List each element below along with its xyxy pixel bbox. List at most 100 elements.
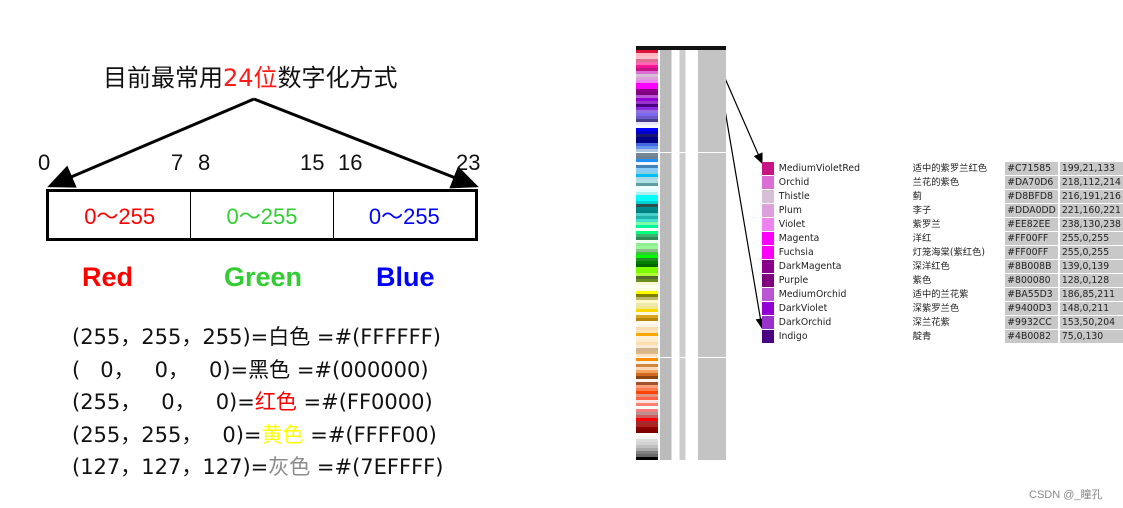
bit-label-15: 15 bbox=[300, 150, 325, 175]
english-name: Orchid bbox=[773, 175, 911, 190]
hex-code: #EE82EE bbox=[1005, 217, 1060, 232]
chinese-name: 深紫罗兰色 bbox=[910, 301, 1006, 316]
chinese-name: 洋红 bbox=[910, 231, 1006, 246]
chinese-name: 紫罗兰 bbox=[910, 217, 1006, 232]
color-swatch bbox=[762, 273, 774, 288]
rgb-code: 216,191,216 bbox=[1058, 189, 1123, 204]
table-row: Magenta 洋红 #FF00FF 255,0,255 bbox=[762, 231, 1123, 246]
color-name: 红色 bbox=[254, 390, 297, 414]
palette-code-text bbox=[697, 456, 726, 460]
chinese-name: 紫色 bbox=[910, 273, 1006, 288]
english-name: Thistle bbox=[773, 189, 911, 204]
hex-code: #BA55D3 bbox=[1005, 287, 1060, 302]
rgb-value: (255，255， 0)= bbox=[72, 422, 262, 447]
table-row: Purple 紫色 #800080 128,0,128 bbox=[762, 273, 1123, 288]
color-swatch bbox=[762, 175, 774, 190]
rgb-value: (255，255，255)= bbox=[72, 325, 269, 349]
bit-label-8: 8 bbox=[198, 150, 211, 175]
rgb-code: 221,160,221 bbox=[1058, 203, 1123, 218]
rgb-code: 199,21,133 bbox=[1058, 162, 1123, 176]
rgb-code: 148,0,211 bbox=[1058, 301, 1123, 316]
hex-value: =#(FF0000) bbox=[296, 390, 433, 414]
diagram-title: 目前最常用24位数字化方式 bbox=[103, 58, 398, 93]
chinese-name: 靛青 bbox=[910, 329, 1006, 344]
hex-code: #D8BFD8 bbox=[1005, 189, 1060, 204]
hex-code: #FF00FF bbox=[1005, 231, 1060, 246]
hex-code: #9400D3 bbox=[1005, 301, 1060, 316]
chinese-name: 深兰花紫 bbox=[910, 315, 1006, 330]
color-swatch bbox=[762, 287, 774, 302]
rgb-code: 255,0,255 bbox=[1058, 231, 1123, 246]
full-color-table-thumbnail bbox=[636, 46, 726, 468]
table-row: Indigo 靛青 #4B0082 75,0,130 bbox=[762, 329, 1123, 344]
table-row: Orchid 兰花的紫色 #DA70D6 218,112,214 bbox=[762, 175, 1123, 190]
rgb-code: 255,0,255 bbox=[1058, 245, 1123, 260]
hex-code: #8B008B bbox=[1005, 259, 1060, 274]
table-row: DarkMagenta 深洋红色 #8B008B 139,0,139 bbox=[762, 259, 1123, 274]
rgb-code: 128,0,128 bbox=[1058, 273, 1123, 288]
channel-label-blue: Blue bbox=[376, 262, 435, 292]
rgb-code: 139,0,139 bbox=[1058, 259, 1123, 274]
example-row: (255，255， 0)=黄色 =#(FFFF00) bbox=[72, 419, 437, 449]
watermark: CSDN @_瞳孔 bbox=[1029, 489, 1103, 501]
table-row: MediumVioletRed 适中的紫罗兰红色 #C71585 199,21,… bbox=[762, 162, 1123, 176]
hex-value: =#(FFFF00) bbox=[303, 422, 437, 447]
bit-label-16: 16 bbox=[338, 150, 363, 175]
color-swatch bbox=[762, 245, 774, 260]
palette-swatch bbox=[636, 456, 658, 460]
chinese-name: 李子 bbox=[910, 203, 1006, 218]
title-prefix: 目前最常用 bbox=[103, 64, 223, 92]
zoom-arrow-bottom bbox=[724, 109, 766, 330]
color-name: 灰色 bbox=[268, 455, 311, 479]
arrow-to-bit-0 bbox=[47, 97, 255, 188]
color-swatch bbox=[762, 231, 774, 246]
example-row: ( 0， 0， 0)=黑色 =#(000000) bbox=[72, 354, 429, 384]
english-name: MediumVioletRed bbox=[773, 162, 911, 176]
rgb-code: 218,112,214 bbox=[1058, 175, 1123, 190]
title-highlight: 24位 bbox=[223, 64, 278, 92]
hex-code: #4B0082 bbox=[1005, 329, 1060, 344]
hex-value: =#(7EFFFF) bbox=[310, 455, 444, 479]
rgb-code: 238,130,238 bbox=[1058, 217, 1123, 232]
rgb-value: (127，127，127)= bbox=[72, 455, 269, 479]
color-swatch bbox=[762, 259, 774, 274]
table-row: Fuchsia 灯笼海棠(紫红色) #FF00FF 255,0,255 bbox=[762, 245, 1123, 260]
chinese-name: 适中的紫罗兰红色 bbox=[910, 162, 1006, 176]
palette-header bbox=[636, 46, 726, 50]
red-range: 0～255 bbox=[84, 204, 156, 229]
chinese-name: 灯笼海棠(紫红色) bbox=[910, 245, 1006, 260]
table-row: DarkOrchid 深兰花紫 #9932CC 153,50,204 bbox=[762, 315, 1123, 330]
example-row: (127，127，127)=灰色 =#(7EFFFF) bbox=[72, 451, 443, 481]
hex-code: #FF00FF bbox=[1005, 245, 1060, 260]
english-name: DarkViolet bbox=[773, 301, 911, 316]
hex-code: #DA70D6 bbox=[1005, 175, 1060, 190]
table-row: DarkViolet 深紫罗兰色 #9400D3 148,0,211 bbox=[762, 301, 1123, 316]
color-swatch bbox=[762, 315, 774, 330]
hex-value: =#(000000) bbox=[290, 357, 429, 382]
chinese-name: 适中的兰花紫 bbox=[910, 287, 1006, 302]
hex-value: =#(FFFFFF) bbox=[310, 325, 441, 349]
blue-range: 0～255 bbox=[332, 192, 475, 238]
color-swatch bbox=[762, 189, 774, 204]
rgb-value: (255， 0， 0)= bbox=[72, 390, 255, 414]
color-name: 黑色 bbox=[248, 357, 291, 382]
rgb-code: 75,0,130 bbox=[1058, 329, 1123, 344]
english-name: Magenta bbox=[773, 231, 911, 246]
hex-code: #DDA0DD bbox=[1005, 203, 1060, 218]
bit-field-box: 0～255 0～255 0～255 bbox=[46, 189, 478, 241]
english-name: Fuchsia bbox=[773, 245, 911, 260]
zoom-arrow-top bbox=[723, 75, 763, 165]
rgb-value: ( 0， 0， 0)= bbox=[72, 357, 249, 382]
arrow-to-bit-23 bbox=[253, 97, 479, 189]
color-swatch bbox=[762, 162, 774, 176]
channel-label-green: Green bbox=[224, 262, 303, 292]
chinese-name: 深洋红色 bbox=[910, 259, 1006, 274]
english-name: Indigo bbox=[773, 329, 911, 344]
channel-label-red: Red bbox=[82, 262, 134, 292]
hex-code: #9932CC bbox=[1005, 315, 1060, 330]
example-row: (255， 0， 0)=红色 =#(FF0000) bbox=[72, 386, 433, 416]
hex-code: #C71585 bbox=[1005, 162, 1060, 176]
english-name: Purple bbox=[773, 273, 911, 288]
table-row: Plum 李子 #DDA0DD 221,160,221 bbox=[762, 203, 1123, 218]
english-name: Violet bbox=[773, 217, 911, 232]
